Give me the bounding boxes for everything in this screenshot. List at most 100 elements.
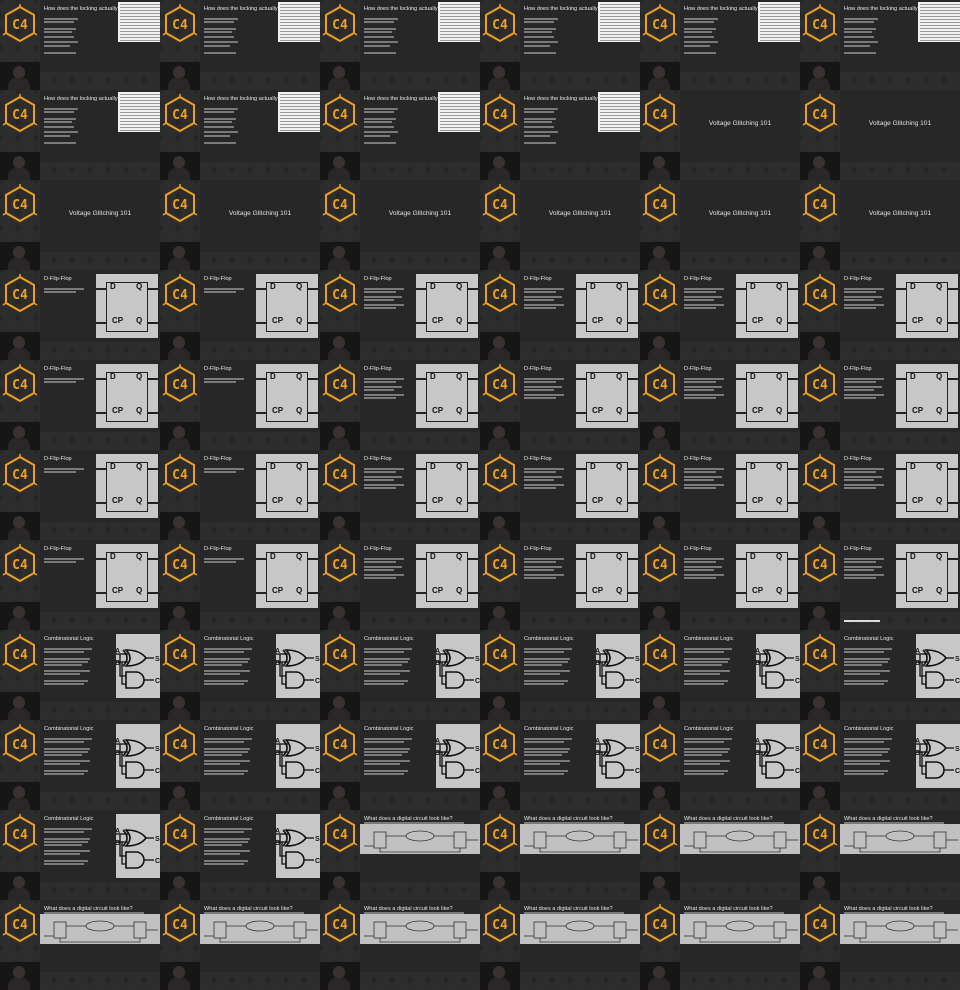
text-line	[44, 45, 70, 47]
speaker-camera	[320, 242, 360, 270]
text-line	[844, 770, 888, 772]
listing-row	[920, 7, 960, 8]
dff-wire	[256, 502, 266, 504]
logo-text: C4	[652, 198, 668, 213]
text-line	[44, 863, 84, 865]
video-frame-tile: C4 Voltage Glitching 101	[800, 180, 960, 270]
text-line	[44, 853, 80, 855]
speaker-body	[808, 708, 830, 720]
logo-text: C4	[492, 18, 508, 33]
dff-label-cp: CP	[432, 586, 444, 595]
dff-label-cp: CP	[752, 316, 764, 325]
speaker-camera	[480, 242, 520, 270]
text-line	[204, 18, 238, 20]
video-frame-tile: C4 Combinatorial Logic A B S C	[800, 630, 960, 720]
text-line	[844, 52, 876, 54]
dff-label-d: D	[110, 372, 116, 381]
dff-label-d: D	[910, 462, 916, 471]
text-line	[364, 18, 398, 20]
text-line	[44, 41, 78, 43]
logo-text: C4	[332, 108, 348, 123]
dff-label-q: Q	[296, 282, 303, 291]
and-gate	[285, 851, 305, 869]
and-gate	[925, 671, 945, 689]
slide-content: How does the locking actually work?	[40, 90, 160, 162]
logic-label-a: A	[916, 738, 920, 745]
dff-wire	[147, 288, 158, 290]
dff-diagram: D CP Q Q	[736, 274, 798, 338]
video-frame-tile: C4 D-Flip-Flop D CP Q Q	[640, 360, 800, 450]
text-line	[204, 558, 244, 560]
slide-content: How does the locking actually work?	[200, 0, 320, 72]
text-line	[44, 664, 82, 666]
logo-text: C4	[172, 468, 188, 483]
text-line	[684, 378, 724, 380]
dff-label-d: D	[430, 462, 436, 471]
register-block	[693, 921, 707, 939]
slide-title: D-Flip-Flop	[364, 366, 392, 372]
logo-text: C4	[812, 558, 828, 573]
logic-cloud	[245, 920, 275, 932]
text-line	[204, 670, 250, 672]
logic-diagram: ABSC	[276, 634, 320, 698]
slide-content: How does the locking actually work?	[520, 0, 640, 72]
logic-cloud	[565, 920, 595, 932]
video-frame-tile: C4 Combinatorial Logic A B S C	[320, 630, 480, 720]
listing-row	[600, 19, 640, 20]
slide-title: D-Flip-Flop	[204, 366, 232, 372]
listing-screenshot	[438, 2, 480, 42]
text-line	[524, 307, 556, 309]
xor-gate	[124, 829, 148, 847]
text-line	[524, 45, 550, 47]
speaker-body	[808, 528, 830, 540]
text-line	[204, 658, 250, 660]
dff-label-cp: CP	[272, 586, 284, 595]
video-frame-tile: C4 What does a digital circuit look like?	[640, 900, 800, 990]
dff-label-cp: CP	[112, 496, 124, 505]
slide-content: D-Flip-Flop D CP Q Q	[680, 360, 800, 432]
circuit-wires	[524, 920, 638, 943]
register-block	[613, 831, 627, 849]
dff-wire	[256, 412, 266, 414]
text-line	[204, 683, 244, 685]
circuit-wires	[364, 920, 478, 943]
text-line	[684, 484, 724, 486]
speaker-camera	[160, 602, 200, 630]
text-line	[844, 664, 882, 666]
logic-label-b: B	[596, 750, 600, 757]
dff-label-q: Q	[456, 316, 463, 325]
slide-content: Combinatorial Logic A B S C	[40, 630, 160, 702]
speaker-body	[808, 348, 830, 360]
text-line	[684, 566, 722, 568]
logo-text: C4	[492, 828, 508, 843]
speaker-camera	[320, 512, 360, 540]
text-line	[44, 828, 92, 830]
slide-content: D-Flip-Flop D CP Q Q	[520, 360, 640, 432]
listing-row	[280, 22, 320, 23]
dff-wire	[467, 412, 478, 414]
text-line	[204, 121, 232, 123]
listing-row	[600, 106, 640, 107]
dff-label-d: D	[270, 462, 276, 471]
text-line	[684, 754, 722, 756]
listing-row	[120, 34, 160, 35]
text-line	[844, 468, 884, 470]
c4-logo: C4	[322, 364, 358, 403]
logo-text: C4	[172, 288, 188, 303]
speaker-camera	[800, 422, 840, 450]
logo-text: C4	[812, 828, 828, 843]
slide-content: What does a digital circuit look like?	[520, 900, 640, 972]
circuit-wires	[44, 920, 158, 943]
speaker-camera	[640, 692, 680, 720]
speaker-camera	[480, 692, 520, 720]
speaker-body	[808, 438, 830, 450]
listing-row	[280, 130, 320, 131]
frame-grid: C4 How does the locking actually work? C4 H…	[0, 0, 960, 990]
slide-title: D-Flip-Flop	[364, 276, 392, 282]
speaker-camera	[640, 62, 680, 90]
text-line	[364, 118, 396, 120]
slide-content: Voltage Glitching 101	[520, 180, 640, 252]
text-line	[844, 741, 884, 743]
text-line	[364, 108, 398, 110]
dff-wire	[416, 288, 426, 290]
